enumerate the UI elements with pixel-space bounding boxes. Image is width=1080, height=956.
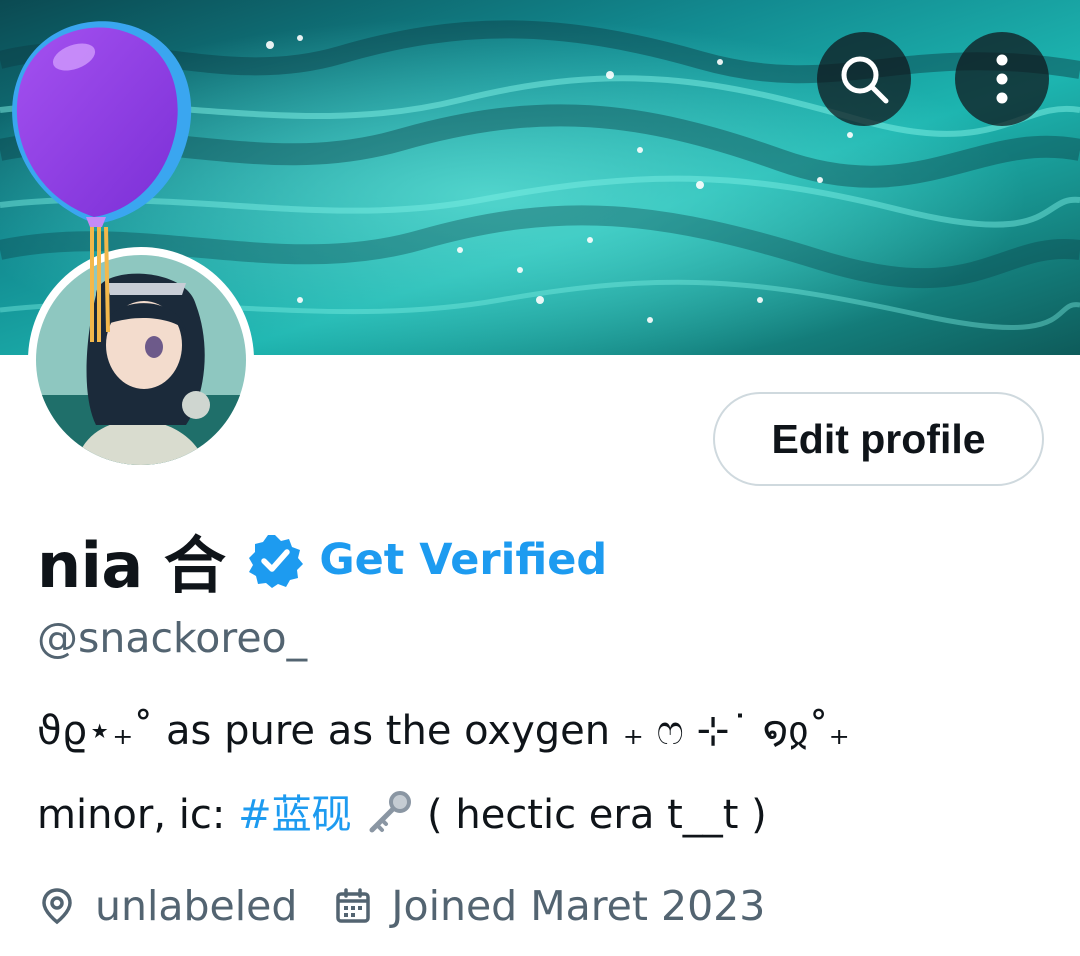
get-verified-link[interactable]: Get Verified [319,535,607,585]
bio-line-1: ϑϱ⋆₊˚ as pure as the oxygen ₊ ෆ ⊹˙ ໑ჲ˚₊ [37,708,850,754]
avatar-illustration [36,255,246,465]
profile-name-row: nia 合 Get Verified [37,522,607,602]
profile-meta-row: unlabeled Joined Maret 2023 [37,878,765,934]
display-name: nia 合 [37,528,226,602]
profile-avatar[interactable] [28,247,254,473]
verified-badge-icon[interactable] [247,532,304,588]
bio-line-2: minor, ic: #蓝砚 ( hectic era t__t ) [37,782,767,840]
search-button[interactable] [817,32,911,126]
more-options-button[interactable] [955,32,1049,126]
calendar-icon [336,888,371,923]
edit-profile-button[interactable]: Edit profile [713,392,1044,486]
more-vertical-icon [996,54,1008,104]
avatar-image [36,255,246,465]
location-pin-icon [42,888,72,925]
profile-joined-date: Joined Maret 2023 [391,882,766,930]
bio-text-suffix: ( hectic era t__t ) [414,792,767,838]
profile-handle: @snackoreo_ [37,614,308,662]
search-icon [841,56,889,104]
key-icon [369,791,412,833]
profile-location: unlabeled [95,882,298,930]
hashtag-link[interactable]: #蓝砚 [238,792,352,838]
bio-text-prefix: minor, ic: [37,792,239,838]
